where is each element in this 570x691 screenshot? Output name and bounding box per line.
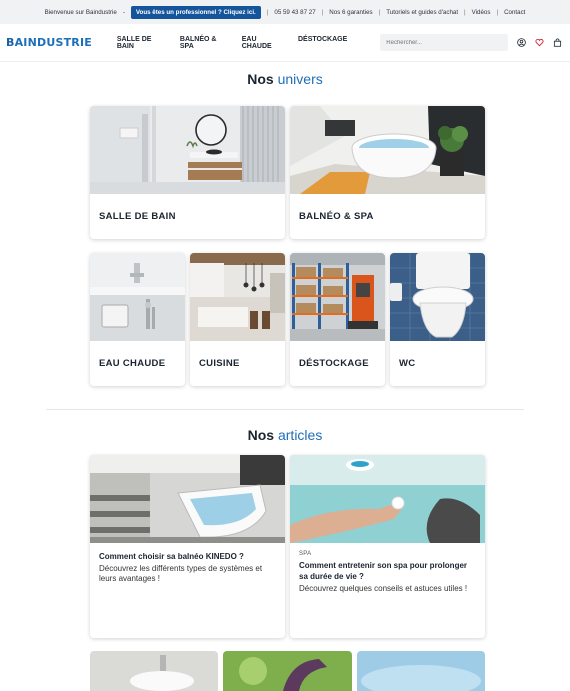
article-image-partial — [90, 651, 218, 691]
cuisine-image — [190, 253, 285, 341]
balneo-spa-image — [290, 106, 485, 194]
article-body: Comment choisir sa balnéo KINEDO ? Décou… — [90, 543, 285, 592]
category-card-eau-chaude[interactable]: EAU CHAUDE — [90, 253, 185, 386]
article-title[interactable]: Comment choisir sa balnéo KINEDO ? — [99, 551, 276, 562]
separator: | — [378, 8, 381, 16]
bag-icon[interactable] — [553, 38, 562, 47]
phone-link[interactable]: 05 59 43 87 27 — [274, 9, 315, 16]
univers-title: Nos univers — [0, 71, 570, 87]
category-label: EAU CHAUDE — [99, 358, 166, 369]
article-body: SPA Comment entretenir son spa pour prol… — [290, 543, 485, 602]
user-icon[interactable] — [517, 38, 526, 47]
category-label: CUISINE — [199, 358, 240, 369]
more-articles-row — [90, 651, 485, 691]
articles-grid: Comment choisir sa balnéo KINEDO ? Décou… — [90, 455, 485, 638]
welcome-text: Bienvenue sur Baindustrie — [44, 8, 117, 16]
category-label: WC — [399, 358, 416, 369]
nav-item-salle-de-bain[interactable]: SALLE DE BAIN — [117, 36, 169, 50]
articles-title-plain: Nos — [247, 427, 275, 443]
logo-b: B — [6, 36, 15, 49]
search-input[interactable] — [380, 34, 508, 51]
univers-big-grid: SALLE DE BAIN BALNÉO & SPA — [90, 106, 485, 239]
category-card-destockage[interactable]: DÉSTOCKAGE — [290, 253, 385, 386]
videos-link[interactable]: Vidéos — [472, 9, 491, 16]
nav-item-destockage[interactable]: DÉSTOCKAGE — [298, 36, 347, 50]
article-description: Découvrez quelques conseils et astuces u… — [299, 584, 468, 593]
category-label: SALLE DE BAIN — [99, 211, 176, 222]
article-card-spa[interactable]: SPA Comment entretenir son spa pour prol… — [290, 455, 485, 638]
guarantees-link[interactable]: Nos 6 garanties — [329, 9, 372, 16]
salle-de-bain-image — [90, 106, 285, 194]
header-icons — [517, 38, 562, 47]
contact-link[interactable]: Contact — [504, 9, 525, 16]
article-image-partial — [223, 651, 352, 691]
univers-title-plain: Nos — [247, 71, 274, 87]
separator: | — [496, 8, 499, 16]
welcome-dash: - — [122, 8, 125, 16]
separator: | — [266, 8, 269, 16]
category-card-balneo-spa[interactable]: BALNÉO & SPA — [290, 106, 485, 239]
article-image-spa — [290, 455, 485, 543]
main-nav: SALLE DE BAIN BALNÉO & SPA EAU CHAUDE DÉ… — [117, 36, 347, 50]
section-divider — [46, 409, 524, 410]
destockage-image — [290, 253, 385, 341]
category-label: BALNÉO & SPA — [299, 211, 374, 222]
eau-chaude-image — [90, 253, 185, 341]
category-label: DÉSTOCKAGE — [299, 358, 369, 369]
separator: | — [321, 8, 324, 16]
main-header: BAINDUSTRIE SALLE DE BAIN BALNÉO & SPA E… — [0, 24, 570, 62]
articles-title-accent: articles — [277, 427, 323, 443]
nav-item-balneo-spa[interactable]: BALNÉO & SPA — [180, 36, 231, 50]
tutorials-link[interactable]: Tutoriels et guides d'achat — [386, 9, 458, 16]
univers-title-accent: univers — [277, 71, 323, 87]
univers-small-grid: EAU CHAUDE CUISINE DÉSTOCKAGE WC — [90, 253, 485, 386]
article-image-partial — [357, 651, 485, 691]
article-category: SPA — [299, 551, 312, 557]
category-card-wc[interactable]: WC — [390, 253, 485, 386]
articles-title: Nos articles — [0, 427, 570, 443]
logo-text: AINDUSTRIE — [14, 36, 92, 49]
site-logo[interactable]: BAINDUSTRIE — [6, 36, 117, 49]
category-card-salle-de-bain[interactable]: SALLE DE BAIN — [90, 106, 285, 239]
separator: | — [464, 8, 466, 16]
article-description: Découvrez les différents types de systèm… — [99, 564, 263, 583]
article-image-balneo — [90, 455, 285, 543]
nav-item-eau-chaude[interactable]: EAU CHAUDE — [242, 36, 287, 50]
wc-image — [390, 253, 485, 341]
category-card-cuisine[interactable]: CUISINE — [190, 253, 285, 386]
article-title[interactable]: Comment entretenir son spa pour prolonge… — [299, 560, 476, 582]
top-info-bar: Bienvenue sur Baindustrie - Vous êtes un… — [0, 0, 570, 24]
pro-link-button[interactable]: Vous êtes un professionnel ? Cliquez ici… — [130, 5, 261, 19]
heart-icon[interactable] — [535, 38, 544, 47]
article-card-kinedo[interactable]: Comment choisir sa balnéo KINEDO ? Décou… — [90, 455, 285, 638]
